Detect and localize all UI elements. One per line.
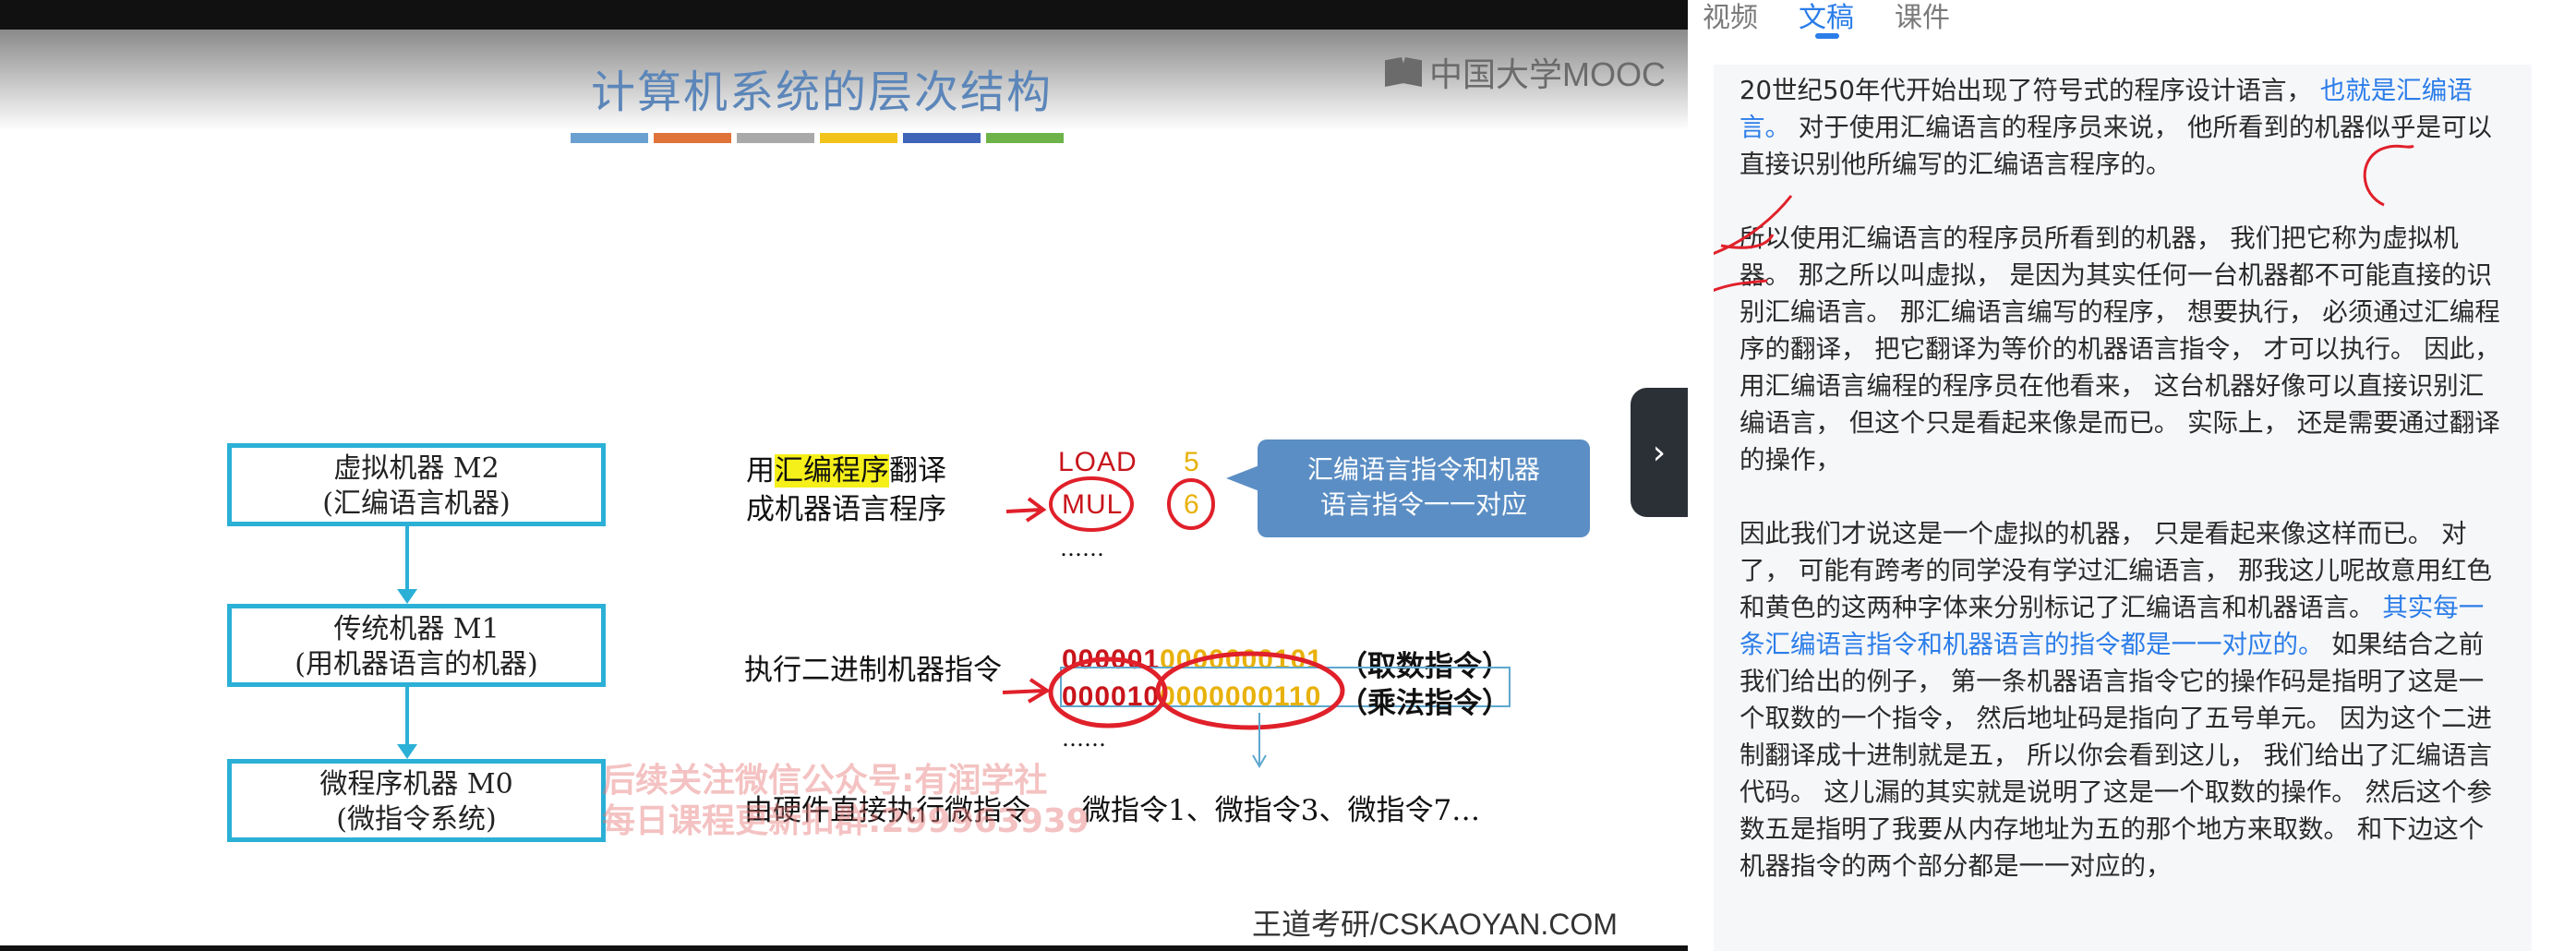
title-color-bar: [737, 133, 814, 143]
p3-text-b: 如果结合之前我们给出的例子， 第一条机器语言指令它的操作码是指明了这是一个取数的…: [1739, 630, 2492, 881]
transcript-paragraph-2: 所以使用汇编语言的程序员所看到的机器， 我们把它称为虚拟机器。 那之所以叫虚拟，…: [1739, 223, 2500, 475]
box-m2-line1: 虚拟机器 M2: [333, 452, 500, 485]
panel-toggle-button[interactable]: ›: [1631, 388, 1688, 517]
callout-line1: 汇编语言指令和机器: [1306, 454, 1540, 485]
title-color-bar: [986, 133, 1064, 143]
row1-pre: 用: [746, 454, 775, 488]
lecture-slide: 计算机系统的层次结构 中国大学MOOC 虚拟机器 M2 (汇编语言机器) 传统机…: [0, 30, 1688, 945]
title-color-bar: [820, 133, 897, 143]
arrow-m1-to-m0: [397, 687, 417, 759]
title-color-bar: [903, 133, 981, 143]
slide-title: 计算机系统的层次结构: [591, 66, 1053, 118]
asm-op-load: LOAD: [1058, 447, 1138, 477]
pen-connector-line: [1252, 713, 1267, 768]
tab-courseware[interactable]: 课件: [1895, 0, 1950, 35]
watermark-line2: 每日课程更新扣群:299963939: [602, 802, 1089, 840]
title-color-bar: [654, 133, 731, 143]
row3-micro-instructions: 微指令1、微指令3、微指令7…: [1082, 794, 1481, 827]
mooc-logo: 中国大学MOOC: [1385, 48, 1666, 96]
panel-tabs: 视频 文稿 课件: [1703, 0, 1950, 39]
p1-text-a: 20世纪50年代开始出现了符号式的程序设计语言，: [1739, 76, 2320, 105]
row1-ellipsis: ……: [1060, 536, 1104, 561]
box-m1-line1: 传统机器 M1: [333, 613, 500, 645]
callout-one-to-one: 汇编语言指令和机器 语言指令一一对应: [1226, 439, 1590, 537]
row2-ellipsis: ……: [1062, 726, 1106, 752]
machine-code-2-addr: 0000000110: [1160, 681, 1322, 712]
row1-description-line1: 用汇编程序翻译: [746, 447, 946, 488]
footer-brand: 王道考研/CSKAOYAN.COM: [1252, 908, 1618, 941]
box-m0-line1: 微程序机器 M0: [319, 768, 513, 801]
box-virtual-machine-m2: 虚拟机器 M2 (汇编语言机器): [227, 443, 606, 526]
tab-transcript[interactable]: 文稿: [1799, 0, 1854, 39]
box-traditional-machine-m1: 传统机器 M1 (用机器语言的机器): [227, 604, 606, 687]
chevron-right-icon: ›: [1652, 433, 1667, 472]
video-player[interactable]: 计算机系统的层次结构 中国大学MOOC 虚拟机器 M2 (汇编语言机器) 传统机…: [0, 0, 1688, 951]
video-top-bar: [0, 0, 1688, 30]
transcript-document[interactable]: 20世纪50年代开始出现了符号式的程序设计语言， 也就是汇编语言。 对于使用汇编…: [1714, 65, 2532, 951]
machine-code-2-note: （乘法指令）: [1339, 687, 1511, 720]
box-m1-line2: (用机器语言的机器): [295, 648, 538, 680]
transcript-paragraph-3: 因此我们才说这是一个虚拟的机器， 只是看起来像这样而已。 对了， 可能有跨考的同…: [1739, 515, 2506, 885]
p1-text-b: 对于使用汇编语言的程序员来说， 他所看到的机器似乎是可以直接识别他所编写的汇编语…: [1739, 113, 2492, 179]
mooc-book-icon: [1385, 57, 1422, 87]
arrow-m2-to-m1: [397, 526, 417, 604]
asm-op-mul: MUL: [1062, 489, 1124, 520]
tab-video[interactable]: 视频: [1703, 0, 1758, 35]
box-m2-line2: (汇编语言机器): [322, 488, 511, 520]
machine-code-2: 0000100000000110: [1062, 681, 1321, 713]
box-microprogram-machine-m0: 微程序机器 M0 (微指令系统): [227, 759, 606, 842]
row2-label: 执行二进制机器指令: [744, 654, 1002, 687]
title-color-bars: [571, 133, 1064, 143]
title-color-bar: [571, 133, 648, 143]
mooc-logo-text: 中国大学MOOC: [1429, 55, 1666, 93]
row1-post: 翻译: [889, 454, 946, 488]
box-m0-line2: (微指令系统): [336, 803, 497, 836]
pen-arrow-to-mul: [1005, 497, 1047, 523]
transcript-panel: 视频 文稿 课件 20世纪50年代开始出现了符号式的程序设计语言， 也就是汇编语…: [1688, 0, 2576, 951]
row1-highlight-assembler: 汇编程序: [775, 454, 889, 488]
video-bottom-bar: [0, 945, 1688, 951]
machine-code-2-op: 000010: [1062, 681, 1161, 712]
asm-arg-6: 6: [1184, 489, 1200, 520]
asm-arg-5: 5: [1184, 447, 1200, 477]
callout-line2: 语言指令一一对应: [1319, 489, 1527, 520]
pen-arrow-to-opcode: [1002, 678, 1051, 704]
transcript-paragraph-1: 20世纪50年代开始出现了符号式的程序设计语言， 也就是汇编语言。 对于使用汇编…: [1739, 72, 2506, 183]
row1-description-line2: 成机器语言程序: [746, 493, 946, 526]
